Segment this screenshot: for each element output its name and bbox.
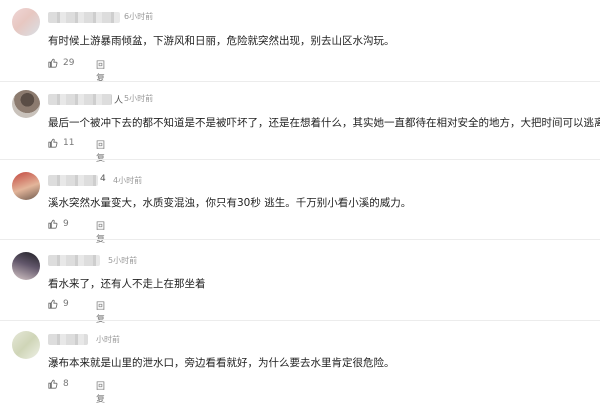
like-count: 29 bbox=[63, 58, 75, 68]
like-button[interactable]: 9 bbox=[48, 219, 69, 229]
avatar[interactable] bbox=[12, 8, 40, 36]
avatar[interactable] bbox=[12, 90, 40, 118]
comment-item: 小时前 瀑布本来就是山里的泄水口，旁边看看就好，为什么要去水里肯定很危险。 8 … bbox=[0, 321, 600, 409]
like-button[interactable]: 11 bbox=[48, 138, 74, 148]
avatar[interactable] bbox=[12, 252, 40, 280]
reply-button[interactable]: 回复 bbox=[96, 379, 105, 405]
username-redacted[interactable] bbox=[48, 255, 100, 266]
username-redacted[interactable] bbox=[48, 334, 88, 345]
thumbs-up-icon bbox=[48, 219, 58, 229]
comment-text: 最后一个被冲下去的都不知道是不是被吓坏了，还是在想着什么，其实她一直都待在相对安… bbox=[48, 115, 600, 130]
comment-text: 溪水突然水量变大，水质变混浊，你只有30秒 逃生。千万别小看小溪的威力。 bbox=[48, 197, 412, 209]
comment-item: 6小时前 有时候上游暴雨倾盆，下游风和日丽，危险就突然出现，别去山区水沟玩。 2… bbox=[0, 0, 600, 84]
comment-time: 4小时前 bbox=[113, 176, 143, 185]
comment-item: 5小时前 看水来了，还有人不走上在那坐着 9 回复 bbox=[0, 240, 600, 325]
comment-item: 人 5小时前 最后一个被冲下去的都不知道是不是被吓坏了，还是在想着什么，其实她一… bbox=[0, 82, 600, 164]
like-button[interactable]: 8 bbox=[48, 379, 69, 389]
comment-time: 5小时前 bbox=[108, 256, 138, 265]
like-button[interactable]: 9 bbox=[48, 299, 69, 309]
like-count: 8 bbox=[63, 379, 69, 389]
thumbs-up-icon bbox=[48, 299, 58, 309]
comment-item: 4 4小时前 溪水突然水量变大，水质变混浊，你只有30秒 逃生。千万别小看小溪的… bbox=[0, 160, 600, 245]
avatar[interactable] bbox=[12, 172, 40, 200]
username-suffix[interactable]: 人 bbox=[114, 93, 123, 106]
comment-text: 看水来了，还有人不走上在那坐着 bbox=[48, 278, 206, 290]
like-count: 9 bbox=[63, 219, 69, 229]
avatar[interactable] bbox=[12, 331, 40, 359]
like-count: 11 bbox=[63, 138, 75, 148]
comment-text: 有时候上游暴雨倾盆，下游风和日丽，危险就突然出现，别去山区水沟玩。 bbox=[48, 35, 395, 47]
username-redacted[interactable] bbox=[48, 175, 98, 186]
thumbs-up-icon bbox=[48, 58, 58, 68]
thumbs-up-icon bbox=[48, 138, 58, 148]
username-redacted[interactable] bbox=[48, 94, 112, 105]
like-button[interactable]: 29 bbox=[48, 58, 74, 68]
comment-text-content: 最后一个被冲下去的都不知道是不是被吓坏了，还是在想着什么，其实她一直都待在相对安… bbox=[48, 117, 600, 129]
like-count: 9 bbox=[63, 299, 69, 309]
comment-time: 小时前 bbox=[96, 335, 120, 344]
username-suffix[interactable]: 4 bbox=[100, 174, 106, 184]
comment-time: 6小时前 bbox=[124, 12, 154, 21]
comment-time: 5小时前 bbox=[124, 94, 154, 103]
comment-text: 瀑布本来就是山里的泄水口，旁边看看就好，为什么要去水里肯定很危险。 bbox=[48, 357, 395, 369]
username-redacted[interactable] bbox=[48, 12, 120, 23]
thumbs-up-icon bbox=[48, 379, 58, 389]
